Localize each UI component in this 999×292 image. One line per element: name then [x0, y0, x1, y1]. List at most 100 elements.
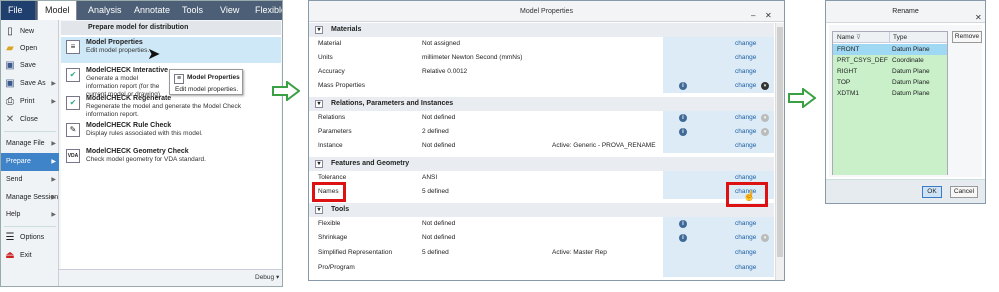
highlight-box-names: [312, 182, 346, 202]
change-link[interactable]: change: [735, 79, 756, 93]
save-icon: ▣: [5, 60, 15, 71]
submenu-item-model-properties[interactable]: ≡ Model Properties Edit model properties…: [61, 37, 281, 63]
collapse-icon[interactable]: ▾: [315, 160, 323, 168]
dialog-title: Rename ✕: [826, 1, 985, 23]
submenu-title: Prepare model for distribution: [61, 21, 281, 35]
change-link[interactable]: change: [735, 246, 756, 260]
change-link[interactable]: change: [735, 125, 756, 139]
menu-item-prepare[interactable]: Prepare ▶: [1, 153, 59, 171]
rule-check-icon: ✎: [66, 123, 80, 137]
chevron-right-icon: ▶: [51, 81, 56, 87]
menu-item-open[interactable]: ▰ Open: [1, 41, 59, 57]
tab-tools[interactable]: Tools: [175, 1, 210, 20]
change-link[interactable]: change: [735, 65, 756, 79]
remove-button[interactable]: Remove: [952, 31, 982, 43]
change-link[interactable]: change: [735, 217, 756, 231]
table-row[interactable]: XDTM1 Datum Plane: [833, 88, 947, 99]
print-icon: ⎙: [6, 96, 14, 107]
menu-item-save-as[interactable]: ▣ Save As ▶: [1, 76, 59, 92]
property-row-material: Material Not assigned change: [309, 37, 774, 51]
tab-flexible-modeling[interactable]: Flexible M: [248, 1, 282, 20]
section-features-geometry[interactable]: ▾ Features and Geometry: [309, 157, 774, 171]
debug-dropdown[interactable]: Debug ▾: [255, 273, 279, 281]
cancel-button[interactable]: Cancel: [950, 186, 978, 198]
ribbon-tab-bar: File Model Analysis Annotate Tools View …: [1, 1, 282, 20]
vertical-scrollbar[interactable]: [775, 23, 784, 280]
arrow-right-icon: [788, 88, 816, 108]
new-file-icon: ▯: [7, 26, 13, 37]
tab-analysis[interactable]: Analysis: [81, 1, 129, 20]
property-row-tolerance: Tolerance ANSI change: [309, 171, 774, 185]
collapse-icon[interactable]: ▾: [315, 206, 323, 214]
change-link[interactable]: change: [735, 231, 756, 245]
expand-icon[interactable]: ▾: [761, 114, 769, 122]
menu-item-manage-session[interactable]: Manage Session ▶: [1, 190, 59, 206]
dialog-title: Model Properties – ✕: [309, 1, 784, 22]
ribbon-bottom-strip: [59, 269, 282, 286]
table-row[interactable]: FRONT Datum Plane: [833, 44, 947, 55]
submenu-item-modelcheck-rule-check[interactable]: ✎ ModelCHECK Rule Check Display rules as…: [61, 120, 281, 144]
submenu-item-modelcheck-regenerate[interactable]: ✔ ModelCHECK Regenerate Regenerate the m…: [61, 93, 281, 119]
tooltip: ≡ Model Properties Edit model properties…: [169, 69, 243, 95]
menu-item-close[interactable]: ✕ Close: [1, 112, 59, 128]
collapse-icon[interactable]: ▾: [315, 100, 323, 108]
property-row-flexible: Flexible Not defined i change: [309, 217, 774, 231]
tab-model[interactable]: Model: [37, 1, 77, 20]
save-as-icon: ▣: [5, 78, 15, 89]
tab-view[interactable]: View: [213, 1, 246, 20]
chevron-right-icon: ▶: [51, 99, 56, 105]
change-link[interactable]: change: [735, 111, 756, 125]
info-icon[interactable]: i: [679, 128, 687, 136]
info-icon[interactable]: i: [679, 114, 687, 122]
menu-divider: [4, 131, 56, 132]
info-icon[interactable]: i: [679, 220, 687, 228]
change-link[interactable]: change: [735, 51, 756, 65]
filter-icon[interactable]: ⊽: [856, 34, 861, 41]
regenerate-icon: ✔: [66, 96, 80, 110]
menu-item-save[interactable]: ▣ Save: [1, 58, 59, 74]
menu-item-print[interactable]: ⎙ Print ▶: [1, 94, 59, 110]
collapse-icon[interactable]: ▾: [315, 26, 323, 34]
table-empty-area: [833, 99, 947, 175]
column-header-type[interactable]: Type: [889, 32, 947, 43]
property-row-relations: Relations Not defined i change ▾: [309, 111, 774, 125]
tab-file[interactable]: File: [1, 1, 35, 20]
table-row[interactable]: RIGHT Datum Plane: [833, 66, 947, 77]
menu-item-options[interactable]: ☰ Options: [1, 230, 59, 246]
chevron-right-icon: ▶: [51, 159, 56, 165]
hand-pointer-icon: ☝: [743, 191, 756, 202]
expand-icon[interactable]: ▾: [761, 82, 769, 90]
chevron-right-icon: ▶: [51, 195, 56, 201]
arrow-right-icon: [272, 81, 300, 101]
change-link[interactable]: change: [735, 37, 756, 51]
column-header-name[interactable]: Name ⊽: [833, 32, 889, 43]
info-icon[interactable]: i: [679, 234, 687, 242]
expand-icon[interactable]: ▾: [761, 128, 769, 136]
menu-item-help[interactable]: Help ▶: [1, 207, 59, 223]
info-icon[interactable]: i: [679, 82, 687, 90]
section-tools[interactable]: ▾ Tools: [309, 203, 774, 217]
expand-icon[interactable]: ▾: [761, 234, 769, 242]
vda-icon: VDA: [66, 149, 80, 163]
modelcheck-icon: ✔: [66, 68, 80, 82]
menu-item-manage-file[interactable]: Manage File ▶: [1, 136, 59, 152]
scrollbar-thumb[interactable]: [777, 27, 783, 257]
model-properties-icon: ≡: [174, 74, 184, 84]
table-row[interactable]: TOP Datum Plane: [833, 77, 947, 88]
mouse-pointer-icon: ➤: [147, 46, 161, 63]
section-materials[interactable]: ▾ Materials: [309, 23, 774, 37]
change-link[interactable]: change: [735, 139, 756, 153]
property-row-accuracy: Accuracy Relative 0.0012 change: [309, 65, 774, 79]
section-relations-parameters[interactable]: ▾ Relations, Parameters and Instances: [309, 97, 774, 111]
file-menu-panel: File Model Analysis Annotate Tools View …: [0, 0, 283, 287]
rename-dialog: Rename ✕ Name ⊽ Type FRONT Datum Plane PR…: [825, 0, 986, 204]
change-link[interactable]: change: [735, 261, 756, 275]
tab-annotate[interactable]: Annotate: [127, 1, 177, 20]
property-row-instance: Instance Not defined Active: Generic - PRO…: [309, 139, 774, 153]
table-row[interactable]: PRT_CSYS_DEFCoordinate System: [833, 55, 947, 75]
submenu-item-geometry-check[interactable]: VDA ModelCHECK Geometry Check Check mode…: [61, 146, 281, 170]
menu-item-new[interactable]: ▯ New: [1, 24, 59, 40]
ok-button[interactable]: OK: [922, 186, 942, 198]
menu-item-send[interactable]: Send ▶: [1, 172, 59, 188]
menu-item-exit[interactable]: ⏏ Exit: [1, 248, 59, 264]
